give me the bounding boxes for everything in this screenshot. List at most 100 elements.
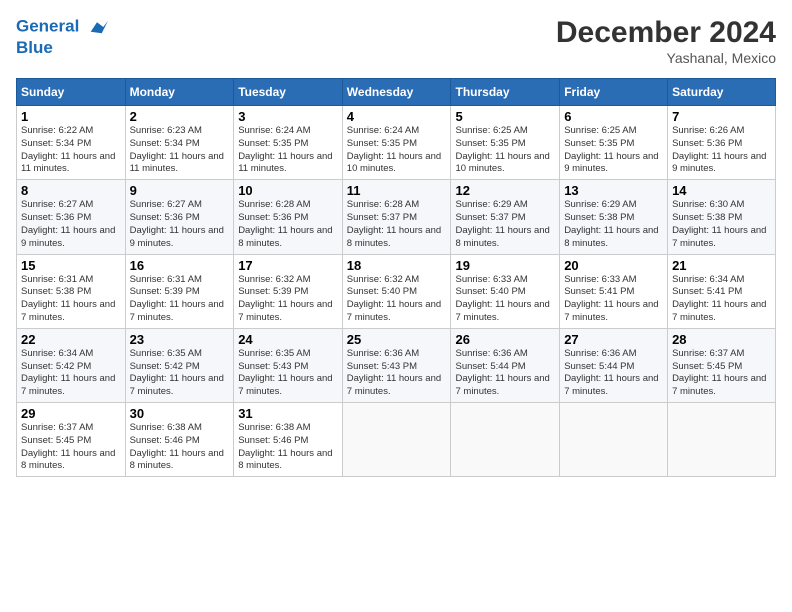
day-cell: 26Sunrise: 6:36 AMSunset: 5:44 PMDayligh… xyxy=(451,328,560,402)
day-info: Sunrise: 6:37 AMSunset: 5:45 PMDaylight:… xyxy=(672,348,771,399)
day-number: 1 xyxy=(21,109,121,124)
day-cell xyxy=(451,403,560,477)
day-info: Sunrise: 6:29 AMSunset: 5:37 PMDaylight:… xyxy=(455,199,555,250)
day-info: Sunrise: 6:37 AMSunset: 5:45 PMDaylight:… xyxy=(21,422,121,473)
day-cell: 13Sunrise: 6:29 AMSunset: 5:38 PMDayligh… xyxy=(560,180,668,254)
day-info: Sunrise: 6:38 AMSunset: 5:46 PMDaylight:… xyxy=(130,422,230,473)
day-cell: 8Sunrise: 6:27 AMSunset: 5:36 PMDaylight… xyxy=(17,180,126,254)
logo-general: General xyxy=(16,16,79,35)
day-cell: 18Sunrise: 6:32 AMSunset: 5:40 PMDayligh… xyxy=(342,254,451,328)
day-cell: 19Sunrise: 6:33 AMSunset: 5:40 PMDayligh… xyxy=(451,254,560,328)
day-info: Sunrise: 6:23 AMSunset: 5:34 PMDaylight:… xyxy=(130,125,230,176)
logo-bird-icon xyxy=(86,16,108,38)
day-number: 21 xyxy=(672,258,771,273)
day-number: 8 xyxy=(21,183,121,198)
day-info: Sunrise: 6:34 AMSunset: 5:41 PMDaylight:… xyxy=(672,274,771,325)
day-cell: 29Sunrise: 6:37 AMSunset: 5:45 PMDayligh… xyxy=(17,403,126,477)
day-number: 27 xyxy=(564,332,663,347)
calendar-table: SundayMondayTuesdayWednesdayThursdayFrid… xyxy=(16,78,776,477)
week-row-2: 8 Sunrise: 6:27 AMSunset: 5:36 PMDaylight… xyxy=(17,180,776,254)
day-cell: 6Sunrise: 6:25 AMSunset: 5:35 PMDaylight… xyxy=(560,106,668,180)
day-cell: 1Sunrise: 6:22 AMSunset: 5:34 PMDaylight… xyxy=(17,106,126,180)
logo: General Blue xyxy=(16,16,108,58)
header-monday: Monday xyxy=(125,79,234,106)
day-number: 10 xyxy=(238,183,338,198)
day-cell xyxy=(560,403,668,477)
header-tuesday: Tuesday xyxy=(234,79,343,106)
day-number: 13 xyxy=(564,183,663,198)
header-sunday: Sunday xyxy=(17,79,126,106)
day-cell: 16Sunrise: 6:31 AMSunset: 5:39 PMDayligh… xyxy=(125,254,234,328)
header-saturday: Saturday xyxy=(668,79,776,106)
day-number: 9 xyxy=(130,183,230,198)
day-info: Sunrise: 6:24 AMSunset: 5:35 PMDaylight:… xyxy=(238,125,338,176)
day-number: 2 xyxy=(130,109,230,124)
day-number: 19 xyxy=(455,258,555,273)
day-cell: 23Sunrise: 6:35 AMSunset: 5:42 PMDayligh… xyxy=(125,328,234,402)
day-cell: 17Sunrise: 6:32 AMSunset: 5:39 PMDayligh… xyxy=(234,254,343,328)
day-cell: 7Sunrise: 6:26 AMSunset: 5:36 PMDaylight… xyxy=(668,106,776,180)
day-number: 25 xyxy=(347,332,447,347)
page-header: General Blue December 2024 Yashanal, Mex… xyxy=(16,16,776,66)
day-number: 14 xyxy=(672,183,771,198)
header-wednesday: Wednesday xyxy=(342,79,451,106)
day-info: Sunrise: 6:25 AMSunset: 5:35 PMDaylight:… xyxy=(455,125,555,176)
day-info: Sunrise: 6:38 AMSunset: 5:46 PMDaylight:… xyxy=(238,422,338,473)
day-cell: 22Sunrise: 6:34 AMSunset: 5:42 PMDayligh… xyxy=(17,328,126,402)
header-thursday: Thursday xyxy=(451,79,560,106)
day-info: Sunrise: 6:24 AMSunset: 5:35 PMDaylight:… xyxy=(347,125,447,176)
day-info: Sunrise: 6:35 AMSunset: 5:43 PMDaylight:… xyxy=(238,348,338,399)
day-info: Sunrise: 6:36 AMSunset: 5:44 PMDaylight:… xyxy=(455,348,555,399)
calendar-header-row: SundayMondayTuesdayWednesdayThursdayFrid… xyxy=(17,79,776,106)
day-number: 18 xyxy=(347,258,447,273)
day-info: Sunrise: 6:26 AMSunset: 5:36 PMDaylight:… xyxy=(672,125,771,176)
header-friday: Friday xyxy=(560,79,668,106)
week-row-4: 22Sunrise: 6:34 AMSunset: 5:42 PMDayligh… xyxy=(17,328,776,402)
week-row-5: 29Sunrise: 6:37 AMSunset: 5:45 PMDayligh… xyxy=(17,403,776,477)
day-info: Sunrise: 6:34 AMSunset: 5:42 PMDaylight:… xyxy=(21,348,121,399)
logo-blue: Blue xyxy=(16,38,108,58)
day-info: Sunrise: 6:33 AMSunset: 5:41 PMDaylight:… xyxy=(564,274,663,325)
day-cell: 20Sunrise: 6:33 AMSunset: 5:41 PMDayligh… xyxy=(560,254,668,328)
day-info: Sunrise: 6:29 AMSunset: 5:38 PMDaylight:… xyxy=(564,199,663,250)
day-number: 23 xyxy=(130,332,230,347)
day-info: Sunrise: 6:35 AMSunset: 5:42 PMDaylight:… xyxy=(130,348,230,399)
day-info: Sunrise: 6:31 AMSunset: 5:39 PMDaylight:… xyxy=(130,274,230,325)
day-info: Sunrise: 6:32 AMSunset: 5:39 PMDaylight:… xyxy=(238,274,338,325)
page-container: General Blue December 2024 Yashanal, Mex… xyxy=(0,0,792,485)
day-number: 20 xyxy=(564,258,663,273)
week-row-3: 15Sunrise: 6:31 AMSunset: 5:38 PMDayligh… xyxy=(17,254,776,328)
day-cell xyxy=(342,403,451,477)
day-number: 5 xyxy=(455,109,555,124)
day-cell: 3Sunrise: 6:24 AMSunset: 5:35 PMDaylight… xyxy=(234,106,343,180)
day-info: Sunrise: 6:31 AMSunset: 5:38 PMDaylight:… xyxy=(21,274,121,325)
day-cell: 9Sunrise: 6:27 AMSunset: 5:36 PMDaylight… xyxy=(125,180,234,254)
day-info: Sunrise: 6:28 AMSunset: 5:36 PMDaylight:… xyxy=(238,199,338,250)
day-number: 26 xyxy=(455,332,555,347)
day-number: 4 xyxy=(347,109,447,124)
day-cell: 2Sunrise: 6:23 AMSunset: 5:34 PMDaylight… xyxy=(125,106,234,180)
day-number: 6 xyxy=(564,109,663,124)
day-number: 7 xyxy=(672,109,771,124)
day-number: 22 xyxy=(21,332,121,347)
day-cell: 21Sunrise: 6:34 AMSunset: 5:41 PMDayligh… xyxy=(668,254,776,328)
day-cell: 11Sunrise: 6:28 AMSunset: 5:37 PMDayligh… xyxy=(342,180,451,254)
day-number: 17 xyxy=(238,258,338,273)
day-info: Sunrise: 6:36 AMSunset: 5:43 PMDaylight:… xyxy=(347,348,447,399)
day-info: Sunrise: 6:22 AMSunset: 5:34 PMDaylight:… xyxy=(21,125,121,176)
day-cell: 15Sunrise: 6:31 AMSunset: 5:38 PMDayligh… xyxy=(17,254,126,328)
day-info: Sunrise: 6:33 AMSunset: 5:40 PMDaylight:… xyxy=(455,274,555,325)
month-title: December 2024 xyxy=(556,16,776,50)
day-info: Sunrise: 6:36 AMSunset: 5:44 PMDaylight:… xyxy=(564,348,663,399)
day-info: Sunrise: 6:27 AMSunset: 5:36 PMDaylight:… xyxy=(130,199,230,250)
day-cell: 12Sunrise: 6:29 AMSunset: 5:37 PMDayligh… xyxy=(451,180,560,254)
day-cell: 14Sunrise: 6:30 AMSunset: 5:38 PMDayligh… xyxy=(668,180,776,254)
day-number: 3 xyxy=(238,109,338,124)
day-info: Sunrise: 6:32 AMSunset: 5:40 PMDaylight:… xyxy=(347,274,447,325)
location: Yashanal, Mexico xyxy=(556,50,776,66)
day-number: 12 xyxy=(455,183,555,198)
week-row-1: 1Sunrise: 6:22 AMSunset: 5:34 PMDaylight… xyxy=(17,106,776,180)
day-info: Sunrise: 6:28 AMSunset: 5:37 PMDaylight:… xyxy=(347,199,447,250)
day-number: 28 xyxy=(672,332,771,347)
day-cell: 10Sunrise: 6:28 AMSunset: 5:36 PMDayligh… xyxy=(234,180,343,254)
